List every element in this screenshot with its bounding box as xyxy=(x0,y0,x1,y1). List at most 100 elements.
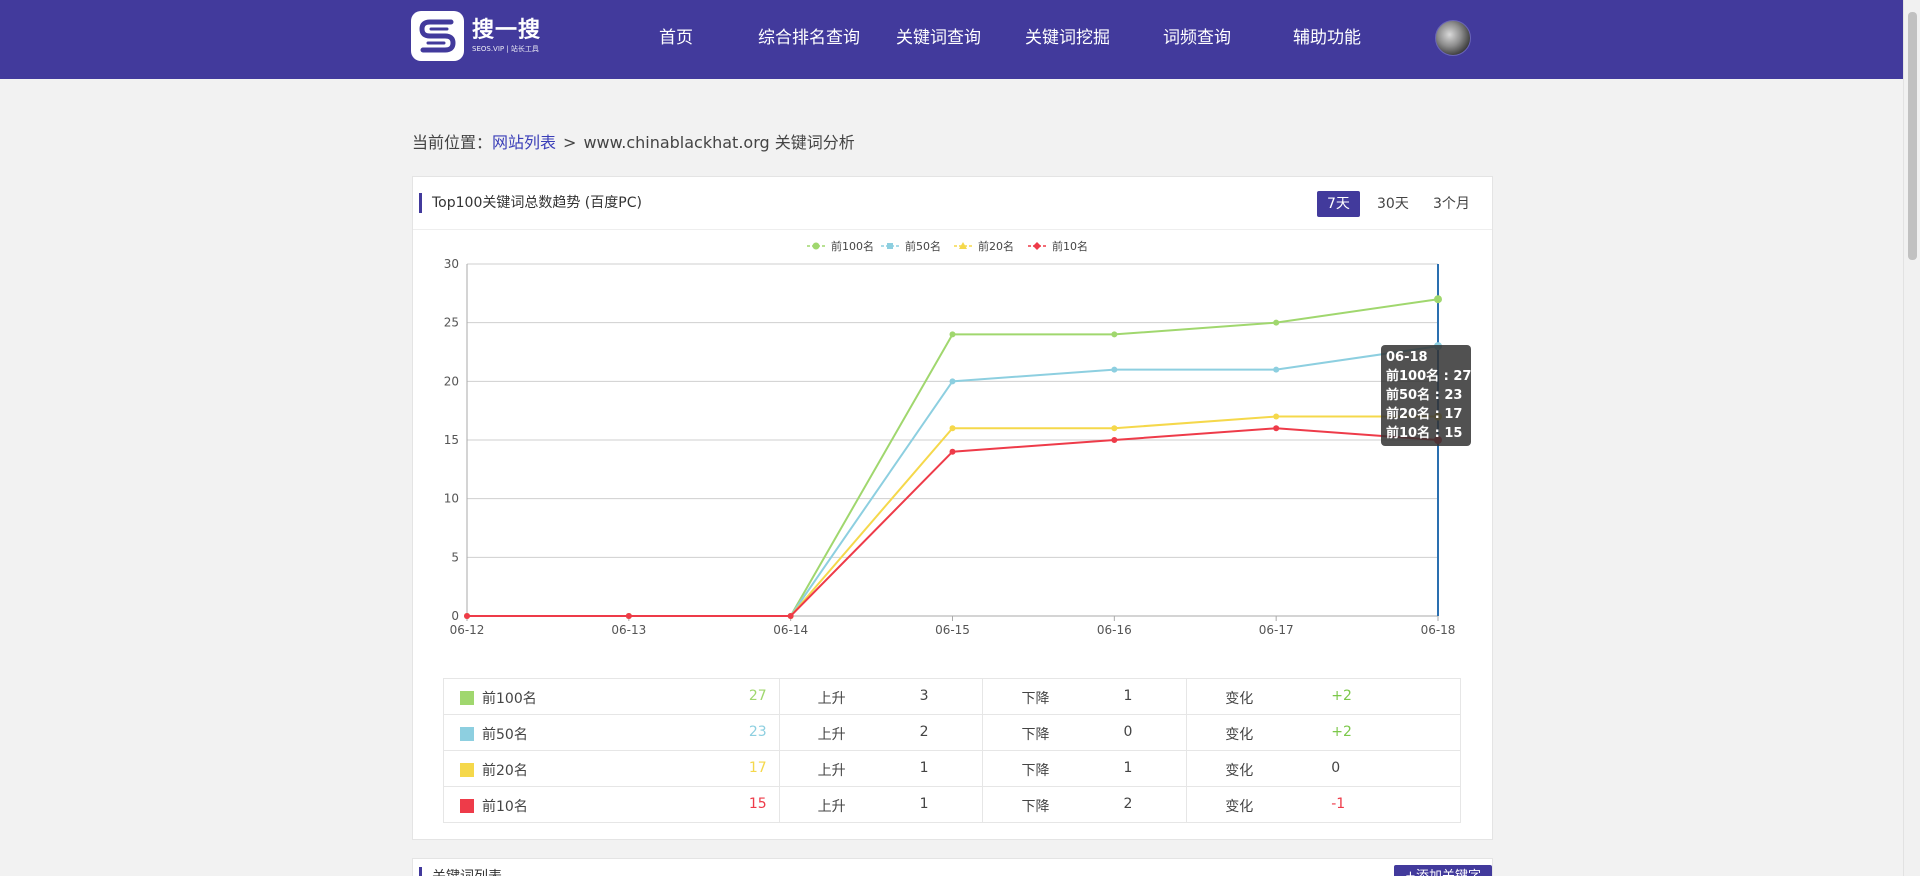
stats-series-name: 前50名 xyxy=(482,727,528,743)
range-30-days-button[interactable]: 30天 xyxy=(1367,191,1419,217)
legend-label: 前10名 xyxy=(1052,239,1088,253)
nav-auxiliary[interactable]: 辅助功能 xyxy=(1293,0,1361,79)
range-7-days-button[interactable]: 7天 xyxy=(1317,191,1360,217)
logo-title: 搜一搜 xyxy=(472,18,542,43)
stats-row: 前50名 23 上升 2 下降 0 变化 +2 xyxy=(443,714,1461,751)
stats-name-cell: 前100名 27 xyxy=(443,678,780,715)
breadcrumb-site-list-link[interactable]: 网站列表 xyxy=(492,133,556,152)
breadcrumb-prefix: 当前位置： xyxy=(412,133,493,152)
top-navbar: 搜一搜 SEOS.VIP | 站长工具 首页 综合排名查询 关键词查询 关键词挖… xyxy=(0,0,1920,79)
nav-overall-ranking[interactable]: 综合排名查询 xyxy=(758,0,860,79)
stats-series-count: 17 xyxy=(748,760,767,776)
series-line xyxy=(467,427,1439,617)
stats-series-name: 前10名 xyxy=(482,799,528,815)
series-color-swatch xyxy=(460,691,474,705)
x-tick-label: 06-15 xyxy=(935,623,970,637)
nav-home[interactable]: 首页 xyxy=(659,0,693,79)
stats-change-label: 变化 xyxy=(1225,691,1254,707)
legend-label: 前50名 xyxy=(905,239,941,253)
trend-line-chart[interactable]: 0 5 10 15 20 25 30 06-12 06-13 06-14 06-15 06-16 06-… xyxy=(413,230,1492,660)
data-point xyxy=(464,613,470,619)
x-tick-label: 06-12 xyxy=(450,623,485,637)
stats-up-label: 上升 xyxy=(817,763,846,779)
data-point xyxy=(1273,319,1280,326)
stats-down-label: 下降 xyxy=(1021,799,1050,815)
add-keyword-button[interactable]: +添加关键字 xyxy=(1394,865,1492,876)
stats-down-cell: 下降 1 xyxy=(982,750,1188,787)
data-point xyxy=(949,425,956,432)
card-header: Top100关键词总数趋势 (百度PC) 7天 30天 3个月 xyxy=(413,177,1492,230)
stats-row: 前20名 17 上升 1 下降 1 变化 0 xyxy=(443,750,1461,787)
y-tick-label: 0 xyxy=(451,609,459,623)
series-color-swatch xyxy=(460,799,474,813)
legend-label: 前100名 xyxy=(831,239,874,253)
stats-down-value: 1 xyxy=(1123,688,1133,704)
stats-name-cell: 前10名 15 xyxy=(443,786,780,823)
series-line xyxy=(467,415,1438,617)
series-color-swatch xyxy=(460,727,474,741)
legend-marker xyxy=(887,243,893,249)
legend-marker xyxy=(1033,242,1041,250)
y-tick-label: 15 xyxy=(444,433,459,447)
y-tick-label: 25 xyxy=(444,316,459,330)
breadcrumb: 当前位置：网站列表 > www.chinablackhat.org 关键词分析 xyxy=(412,129,855,153)
stats-name-cell: 前50名 23 xyxy=(443,714,780,751)
user-avatar[interactable] xyxy=(1435,20,1471,56)
page-scrollbar[interactable] xyxy=(1903,0,1920,876)
logo-s-icon xyxy=(411,11,464,61)
data-point xyxy=(1111,425,1118,432)
breadcrumb-current: www.chinablackhat.org 关键词分析 xyxy=(583,133,855,152)
stats-up-value: 1 xyxy=(919,760,929,776)
y-tick-label: 10 xyxy=(444,492,459,506)
scrollbar-thumb[interactable] xyxy=(1908,12,1917,260)
stats-down-value: 0 xyxy=(1123,724,1133,740)
stats-change-label: 变化 xyxy=(1225,763,1254,779)
nav-word-frequency[interactable]: 词频查询 xyxy=(1163,0,1231,79)
site-logo[interactable]: 搜一搜 SEOS.VIP | 站长工具 xyxy=(411,11,541,61)
stats-change-value: 0 xyxy=(1331,760,1341,776)
keyword-list-card: 关键词列表 xyxy=(412,858,1493,876)
stats-change-value: +2 xyxy=(1331,688,1352,704)
stats-change-cell: 变化 -1 xyxy=(1186,786,1461,823)
data-point xyxy=(1273,366,1280,373)
data-point xyxy=(949,378,956,385)
stats-row: 前100名 27 上升 3 下降 1 变化 +2 xyxy=(443,678,1461,715)
data-point xyxy=(1111,437,1118,443)
stats-change-cell: 变化 +2 xyxy=(1186,714,1461,751)
data-point xyxy=(787,613,794,619)
stats-up-label: 上升 xyxy=(817,691,846,707)
stats-up-cell: 上升 2 xyxy=(778,714,984,751)
legend-label: 前20名 xyxy=(978,239,1014,253)
nav-keyword-mining[interactable]: 关键词挖掘 xyxy=(1025,0,1110,79)
tooltip-date: 06-18 xyxy=(1386,350,1428,365)
stats-series-count: 15 xyxy=(748,796,767,812)
card-title: Top100关键词总数趋势 (百度PC) xyxy=(419,193,642,213)
rank-stats-table: 前100名 27 上升 3 下降 1 变化 +2 前50名 23 上升 2 下降 0 变化 +2 前20名 17 上… xyxy=(443,678,1461,823)
stats-down-label: 下降 xyxy=(1021,727,1050,743)
stats-change-label: 变化 xyxy=(1225,799,1254,815)
data-point xyxy=(1434,295,1442,304)
data-point xyxy=(625,613,632,619)
data-point xyxy=(949,448,956,455)
keyword-list-title: 关键词列表 xyxy=(419,867,502,876)
stats-change-cell: 变化 +2 xyxy=(1186,678,1461,715)
series-line xyxy=(467,298,1439,617)
y-tick-label: 5 xyxy=(451,550,459,564)
stats-change-value: +2 xyxy=(1331,724,1352,740)
series-color-swatch xyxy=(460,763,474,777)
x-tick-label: 06-16 xyxy=(1097,623,1132,637)
y-tick-label: 30 xyxy=(444,257,459,271)
stats-down-cell: 下降 2 xyxy=(982,786,1188,823)
nav-keyword-query[interactable]: 关键词查询 xyxy=(896,0,981,79)
data-point xyxy=(1273,413,1280,420)
data-point xyxy=(1273,425,1280,432)
tooltip-line: 前10名 : 15 xyxy=(1386,426,1463,441)
stats-up-value: 1 xyxy=(919,796,929,812)
range-3-months-button[interactable]: 3个月 xyxy=(1423,191,1480,217)
tooltip-line: 前20名 : 17 xyxy=(1386,407,1463,422)
stats-down-label: 下降 xyxy=(1021,691,1050,707)
stats-down-cell: 下降 0 xyxy=(982,714,1188,751)
stats-up-value: 3 xyxy=(919,688,929,704)
stats-down-value: 2 xyxy=(1123,796,1133,812)
y-tick-label: 20 xyxy=(444,374,459,388)
